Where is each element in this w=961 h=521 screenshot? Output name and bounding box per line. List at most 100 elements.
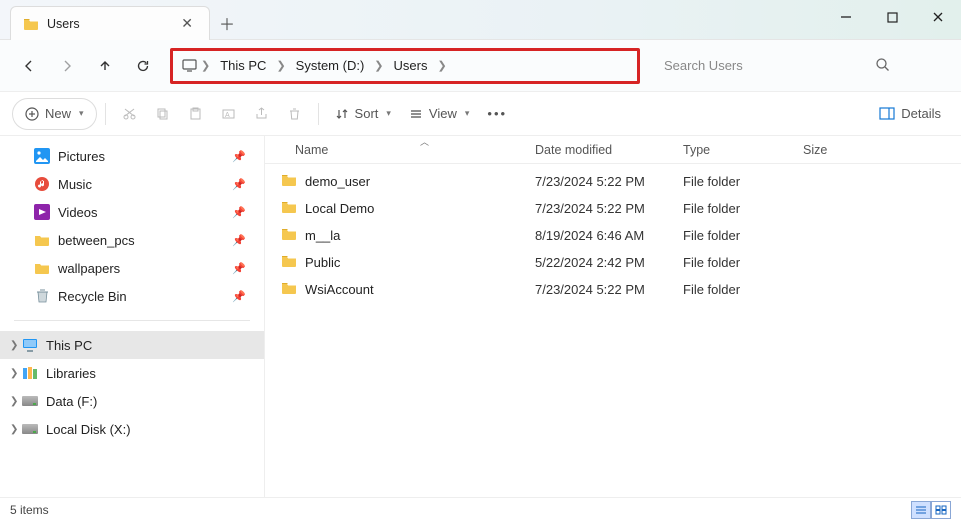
breadcrumb-users[interactable]: Users [386, 58, 436, 73]
close-tab-icon[interactable]: ✕ [177, 13, 197, 34]
window-tab[interactable]: Users ✕ [10, 6, 210, 40]
new-label: New [45, 106, 71, 121]
drive-icon [22, 421, 38, 437]
thumbnails-view-button[interactable] [931, 501, 951, 519]
breadcrumb-system-d[interactable]: System (D:) [288, 58, 373, 73]
breadcrumb[interactable]: ❯ This PC ❯ System (D:) ❯ Users ❯ [170, 48, 640, 84]
pin-icon: 📌 [232, 178, 246, 191]
sidebar-item-between-pcs[interactable]: between_pcs 📌 [0, 226, 264, 254]
share-button [246, 98, 277, 130]
drive-icon [22, 393, 38, 409]
file-name: Public [305, 255, 340, 270]
column-date[interactable]: Date modified [525, 143, 673, 157]
sidebar-item-label: Pictures [58, 149, 105, 164]
table-row[interactable]: Public 5/22/2024 2:42 PMFile folder [265, 249, 961, 276]
chevron-down-icon: ▾ [79, 108, 84, 119]
chevron-right-icon[interactable]: ❯ [372, 59, 385, 72]
file-type: File folder [673, 228, 793, 243]
table-row[interactable]: m__la8/19/2024 6:46 AMFile folder [265, 222, 961, 249]
file-type: File folder [673, 174, 793, 189]
file-list: ︿ Name Date modified Type Size demo_user… [265, 136, 961, 497]
chevron-right-icon[interactable]: ❯ [435, 59, 448, 72]
column-headers: ︿ Name Date modified Type Size [265, 136, 961, 164]
folder-icon [281, 173, 297, 190]
table-row[interactable]: Local Demo7/23/2024 5:22 PMFile folder [265, 195, 961, 222]
sidebar-item-wallpapers[interactable]: wallpapers📌 [0, 254, 264, 282]
sidebar-item-label: Libraries [46, 366, 96, 381]
sort-button[interactable]: Sort▾ [327, 98, 399, 130]
sidebar-item-videos[interactable]: Videos📌 [0, 198, 264, 226]
folder-icon [23, 16, 39, 32]
sidebar-item-label: This PC [46, 338, 92, 353]
chevron-right-icon[interactable]: ❯ [10, 340, 18, 351]
pictures-icon [34, 148, 50, 164]
videos-icon [34, 204, 50, 220]
chevron-down-icon: ▾ [465, 108, 470, 119]
sort-label: Sort [355, 106, 379, 121]
file-date: 5/22/2024 2:42 PM [525, 255, 673, 270]
monitor-icon [22, 337, 38, 353]
file-name: WsiAccount [305, 282, 374, 297]
sidebar-item-local-disk-x[interactable]: ❯ Local Disk (X:) [0, 415, 264, 443]
chevron-right-icon[interactable]: ❯ [10, 424, 18, 435]
sidebar-item-libraries[interactable]: ❯ Libraries [0, 359, 264, 387]
folder-icon [281, 254, 297, 271]
sidebar-item-recycle-bin[interactable]: Recycle Bin📌 [0, 282, 264, 310]
table-row[interactable]: demo_user7/23/2024 5:22 PMFile folder [265, 168, 961, 195]
close-window-button[interactable] [915, 0, 961, 34]
view-button[interactable]: View▾ [401, 98, 477, 130]
folder-icon [281, 281, 297, 298]
sidebar-item-label: Music [58, 177, 92, 192]
column-type[interactable]: Type [673, 143, 793, 157]
ellipsis-icon: ••• [487, 106, 507, 121]
sidebar-item-label: between_pcs [58, 233, 135, 248]
monitor-icon [179, 59, 199, 72]
sidebar-item-pictures[interactable]: Pictures📌 [0, 142, 264, 170]
sidebar-item-this-pc[interactable]: ❯ This PC [0, 331, 264, 359]
status-bar: 5 items [0, 497, 961, 521]
divider [14, 320, 250, 321]
details-pane-button[interactable]: Details [871, 98, 949, 130]
up-button[interactable] [88, 49, 122, 83]
search-input[interactable] [664, 58, 875, 73]
search-box[interactable] [652, 49, 902, 83]
chevron-right-icon[interactable]: ❯ [199, 59, 212, 72]
search-icon[interactable] [875, 57, 890, 75]
file-type: File folder [673, 255, 793, 270]
table-row[interactable]: WsiAccount7/23/2024 5:22 PMFile folder [265, 276, 961, 303]
chevron-right-icon[interactable]: ❯ [274, 59, 287, 72]
refresh-button[interactable] [126, 49, 160, 83]
details-pane-icon [879, 107, 895, 120]
column-name[interactable]: Name [265, 143, 525, 157]
pin-icon: 📌 [232, 234, 246, 247]
paste-button [180, 98, 211, 130]
pin-icon: 📌 [232, 290, 246, 303]
minimize-button[interactable] [823, 0, 869, 34]
delete-button [279, 98, 310, 130]
chevron-right-icon[interactable]: ❯ [10, 368, 18, 379]
back-button[interactable] [12, 49, 46, 83]
sort-indicator-icon: ︿ [420, 135, 429, 148]
column-size[interactable]: Size [793, 143, 873, 157]
breadcrumb-this-pc[interactable]: This PC [212, 58, 274, 73]
sidebar-item-label: Data (F:) [46, 394, 97, 409]
folder-icon [281, 200, 297, 217]
sidebar-item-data-f[interactable]: ❯ Data (F:) [0, 387, 264, 415]
sidebar-item-label: Local Disk (X:) [46, 422, 131, 437]
file-date: 8/19/2024 6:46 AM [525, 228, 673, 243]
rename-button: A [213, 98, 244, 130]
sidebar-item-label: wallpapers [58, 261, 120, 276]
libraries-icon [22, 365, 38, 381]
details-view-button[interactable] [911, 501, 931, 519]
more-button[interactable]: ••• [479, 98, 515, 130]
new-tab-button[interactable]: ＋ [210, 6, 244, 40]
file-type: File folder [673, 201, 793, 216]
maximize-button[interactable] [869, 0, 915, 34]
sidebar-item-music[interactable]: Music 📌 [0, 170, 264, 198]
sidebar-item-label: Videos [58, 205, 98, 220]
new-button[interactable]: New ▾ [12, 98, 97, 130]
forward-button[interactable] [50, 49, 84, 83]
chevron-right-icon[interactable]: ❯ [10, 396, 18, 407]
cut-button [114, 98, 145, 130]
copy-button [147, 98, 178, 130]
